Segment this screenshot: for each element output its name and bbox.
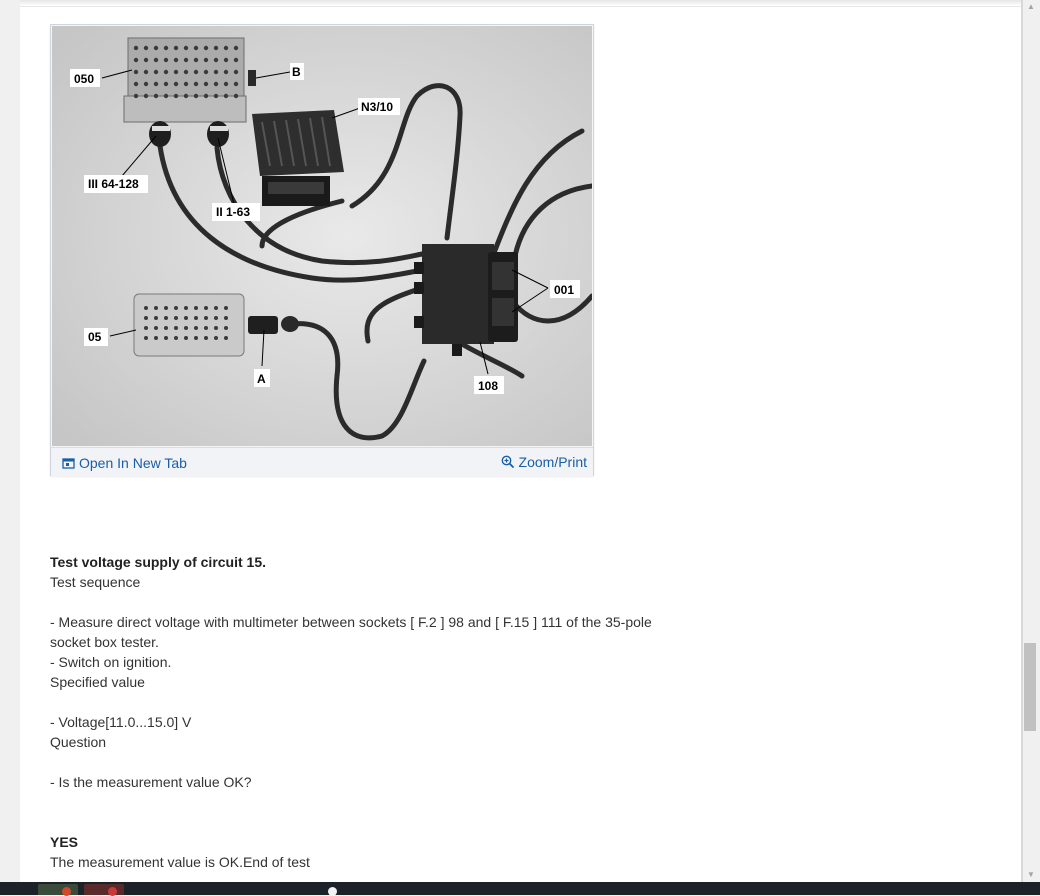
zoom-print-label: Zoom/Print: [518, 454, 587, 470]
question-text: - Is the measurement value OK?: [50, 774, 252, 790]
question-label: Question: [50, 734, 107, 750]
top-header-shadow: [20, 0, 1021, 7]
label-iii-64-128: III 64-128: [88, 177, 139, 191]
zoom-print-link[interactable]: Zoom/Print: [501, 454, 587, 470]
test-sequence-label: Test sequence: [50, 574, 141, 590]
label-05: 05: [88, 330, 102, 344]
left-frame-edge: [0, 0, 21, 882]
step-measure-voltage: - Measure direct voltage with multimeter…: [50, 614, 652, 630]
vertical-scrollbar[interactable]: [1023, 0, 1040, 882]
voltage-spec: - Voltage[11.0...15.0] V: [50, 714, 192, 730]
scrollbar-thumb[interactable]: [1024, 643, 1036, 731]
junction-box-108: [414, 244, 518, 356]
test-heading: Test voltage supply of circuit 15.: [50, 554, 267, 570]
test-procedure-text: Test voltage supply of circuit 15. Test …: [50, 552, 700, 872]
figure-toolbar: Open In New Tab Zoom/Print: [51, 447, 593, 476]
step-measure-voltage-cont: socket box tester.: [50, 634, 159, 650]
zoom-magnifier-icon: [501, 455, 514, 469]
label-n3-10: N3/10: [361, 100, 393, 114]
open-in-new-tab-label: Open In New Tab: [79, 455, 187, 471]
component-photo[interactable]: 050 B N3/10 III 64-128 II 1-63 001 05 A …: [52, 26, 592, 446]
label-b: B: [292, 65, 301, 79]
step-switch-ignition: - Switch on ignition.: [50, 654, 172, 670]
open-in-new-tab-link[interactable]: Open In New Tab: [62, 455, 187, 471]
specified-value-label: Specified value: [50, 674, 145, 690]
label-001: 001: [554, 283, 574, 297]
yes-label: YES: [50, 834, 79, 850]
label-ii-1-63: II 1-63: [216, 205, 250, 219]
taskbar-app-button-2[interactable]: [84, 884, 124, 895]
taskbar: [0, 882, 1040, 895]
scroll-down-arrow-icon[interactable]: ▼: [1024, 870, 1038, 879]
label-050: 050: [74, 72, 94, 86]
component-figure: 050 B N3/10 III 64-128 II 1-63 001 05 A …: [50, 24, 594, 476]
label-108: 108: [478, 379, 498, 393]
scroll-up-arrow-icon[interactable]: ▲: [1024, 2, 1038, 11]
label-a: A: [257, 372, 266, 386]
open-in-new-tab-icon: [62, 458, 75, 469]
taskbar-app-button-1[interactable]: [38, 884, 78, 895]
yes-result-text: The measurement value is OK.End of test: [50, 854, 310, 870]
